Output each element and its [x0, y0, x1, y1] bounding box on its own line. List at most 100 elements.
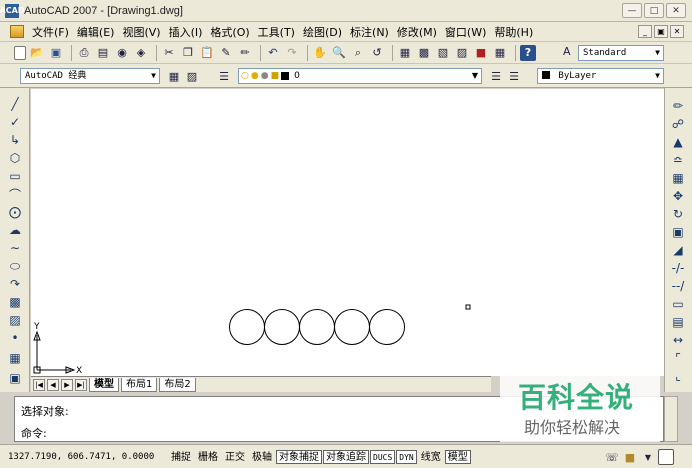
trim-icon[interactable]: -/-	[670, 260, 686, 276]
polygon-icon[interactable]: ⬡	[7, 150, 23, 166]
pan-icon[interactable]: ✋	[312, 45, 328, 61]
maximize-button[interactable]: □	[644, 3, 664, 18]
publish-icon[interactable]: ◉	[114, 45, 130, 61]
clean-screen-icon[interactable]	[658, 449, 674, 465]
snap-toggle[interactable]: 捕捉	[168, 450, 194, 464]
help-icon[interactable]: ?	[520, 44, 536, 61]
new-file-icon[interactable]	[14, 45, 26, 60]
ellipse-arc-icon[interactable]: ↷	[7, 276, 23, 292]
ortho-toggle[interactable]: 正交	[222, 450, 248, 464]
stretch-icon[interactable]: ◢	[670, 242, 686, 258]
tab-model[interactable]: 模型	[89, 377, 119, 392]
zoom-previous-icon[interactable]: ↺	[369, 45, 385, 61]
redo-icon[interactable]: ↷	[284, 45, 300, 61]
break-icon[interactable]: ▤	[670, 314, 686, 330]
move-icon[interactable]: ✥	[670, 188, 686, 204]
match-properties-icon[interactable]: ✎	[218, 45, 234, 61]
array-icon[interactable]: ▦	[670, 170, 686, 186]
color-control-select[interactable]: ByLayer ▼	[537, 68, 664, 84]
grid-toggle[interactable]: 栅格	[195, 450, 221, 464]
next-tab-icon[interactable]: ▶	[61, 378, 73, 391]
menu-format[interactable]: 格式(O)	[206, 24, 253, 40]
command-scrollbar[interactable]	[664, 396, 678, 442]
tab-layout1[interactable]: 布局1	[121, 377, 158, 392]
workspace-settings-icon[interactable]: ▦	[166, 68, 182, 84]
spline-icon[interactable]: ∼	[7, 240, 23, 256]
workspace-select[interactable]: AutoCAD 经典 ▼	[20, 68, 160, 84]
drawing-canvas[interactable]: Y X	[31, 89, 664, 376]
make-block-icon[interactable]: ▨	[7, 312, 23, 328]
break-at-point-icon[interactable]: ▭	[670, 296, 686, 312]
circle-entity[interactable]	[264, 309, 300, 345]
circle-entity[interactable]	[369, 309, 405, 345]
zoom-window-icon[interactable]: ⌕	[350, 45, 366, 61]
offset-icon[interactable]: ≏	[670, 152, 686, 168]
minimize-button[interactable]: —	[622, 3, 642, 18]
close-button[interactable]: ✕	[666, 3, 686, 18]
menu-help[interactable]: 帮助(H)	[490, 24, 537, 40]
construction-line-icon[interactable]: ✓	[7, 114, 23, 130]
doc-minimize-button[interactable]: _	[638, 25, 652, 38]
first-tab-icon[interactable]: |◀	[33, 378, 45, 391]
sheet-set-icon[interactable]: ▨	[454, 45, 470, 61]
text-style-select[interactable]: Standard ▼	[578, 45, 664, 61]
fillet-icon[interactable]: ⌞	[670, 368, 686, 384]
circle-icon[interactable]: ⨀	[7, 204, 23, 220]
rotate-icon[interactable]: ↻	[670, 206, 686, 222]
save-workspace-icon[interactable]: ▨	[184, 68, 200, 84]
tool-palettes-icon[interactable]: ▧	[435, 45, 451, 61]
cut-icon[interactable]: ✂	[161, 45, 177, 61]
paste-icon[interactable]: 📋	[199, 45, 215, 61]
3d-dwf-icon[interactable]: ◈	[133, 45, 149, 61]
last-tab-icon[interactable]: ▶|	[75, 378, 87, 391]
prev-tab-icon[interactable]: ◀	[47, 378, 59, 391]
doc-close-button[interactable]: ✕	[670, 25, 684, 38]
line-icon[interactable]: ╱	[7, 96, 23, 112]
gradient-icon[interactable]: ▣	[7, 370, 23, 386]
tab-layout2[interactable]: 布局2	[159, 377, 196, 392]
layer-manager-icon[interactable]: ☰	[216, 68, 232, 84]
otrack-toggle[interactable]: 对象追踪	[323, 449, 369, 464]
ellipse-icon[interactable]: ⬭	[7, 258, 23, 274]
design-center-icon[interactable]: ▩	[416, 45, 432, 61]
join-icon[interactable]: ↔	[670, 332, 686, 348]
chamfer-icon[interactable]: ⌜	[670, 350, 686, 366]
plot-preview-icon[interactable]: ▤	[95, 45, 111, 61]
menu-edit[interactable]: 编辑(E)	[73, 24, 119, 40]
undo-icon[interactable]: ↶	[265, 45, 281, 61]
ducs-toggle[interactable]: DUCS	[370, 449, 396, 464]
properties-icon[interactable]: ▦	[397, 45, 413, 61]
copy-icon[interactable]: ❐	[180, 45, 196, 61]
menu-tools[interactable]: 工具(T)	[254, 24, 299, 40]
make-layer-current-icon[interactable]: ☰	[488, 68, 504, 84]
scale-icon[interactable]: ▣	[670, 224, 686, 240]
zoom-realtime-icon[interactable]: 🔍	[331, 45, 347, 61]
revision-cloud-icon[interactable]: ☁	[7, 222, 23, 238]
lineweight-toggle[interactable]: 线宽	[418, 450, 444, 464]
circle-entity[interactable]	[334, 309, 370, 345]
model-toggle[interactable]: 模型	[444, 449, 471, 464]
layer-previous-icon[interactable]: ☰	[506, 68, 522, 84]
point-icon[interactable]: •	[7, 330, 23, 346]
hatch-icon[interactable]: ▦	[7, 350, 23, 366]
doc-restore-button[interactable]: ▣	[654, 25, 668, 38]
circle-entity[interactable]	[299, 309, 335, 345]
command-prompt[interactable]: 命令:	[21, 425, 47, 441]
menu-file[interactable]: 文件(F)	[28, 24, 73, 40]
save-icon[interactable]: ▣	[48, 45, 64, 61]
markup-icon[interactable]: ■	[473, 45, 489, 61]
open-folder-icon[interactable]: 📂	[29, 45, 45, 61]
circle-entity[interactable]	[229, 309, 265, 345]
extend-icon[interactable]: --/	[670, 278, 686, 294]
copy-object-icon[interactable]: ☍	[670, 116, 686, 132]
menu-modify[interactable]: 修改(M)	[393, 24, 441, 40]
arc-icon[interactable]: ⌒	[7, 186, 23, 202]
status-menu-icon[interactable]: ▼	[640, 449, 656, 465]
rectangle-icon[interactable]: ▭	[7, 168, 23, 184]
menu-draw[interactable]: 绘图(D)	[299, 24, 346, 40]
dyn-toggle[interactable]: DYN	[396, 449, 417, 464]
block-editor-icon[interactable]: ✏	[237, 45, 253, 61]
lock-icon[interactable]: ■	[622, 449, 638, 465]
mirror-icon[interactable]: ▲	[670, 134, 686, 150]
calculator-icon[interactable]: ▦	[492, 45, 508, 61]
